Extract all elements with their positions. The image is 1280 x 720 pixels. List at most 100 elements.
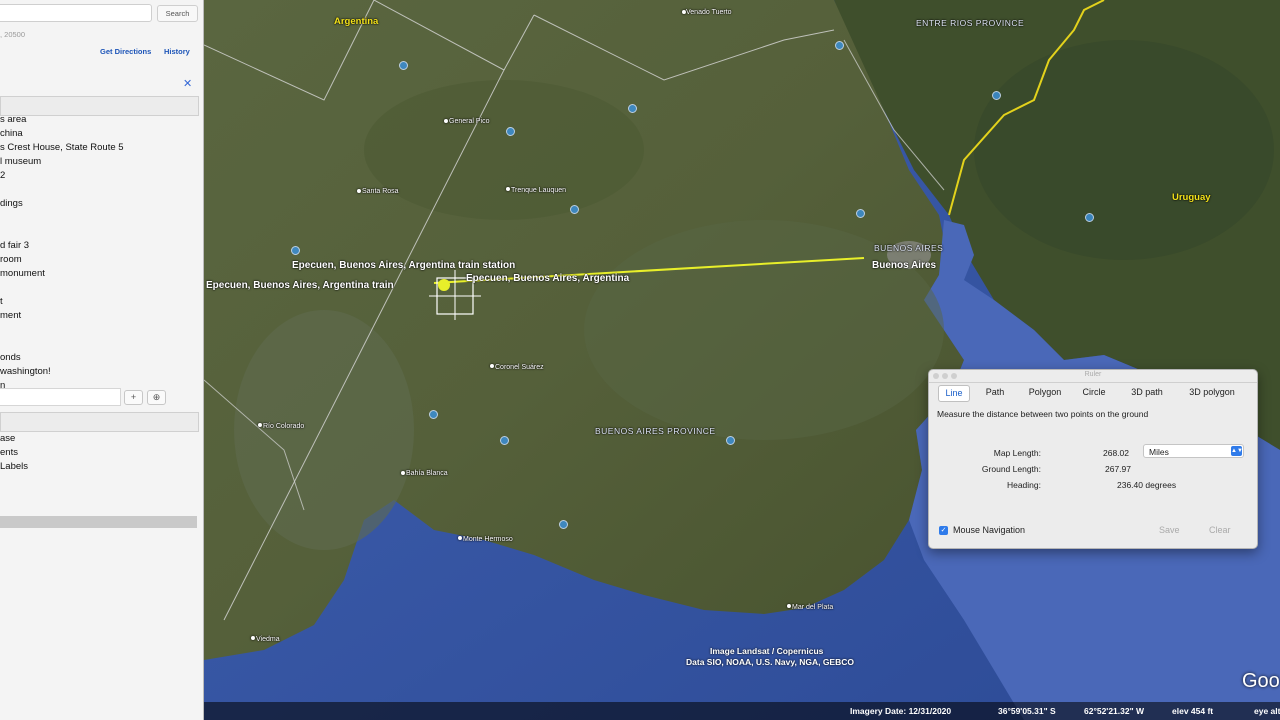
imagery-date: Imagery Date: 12/31/2020 [850, 706, 952, 716]
label-viedma: Viedma [256, 636, 280, 643]
attribution-data: Data SIO, NOAA, U.S. Navy, NGA, GEBCO [686, 657, 854, 667]
list-item[interactable]: s Crest House, State Route 5 [0, 141, 197, 155]
list-item[interactable]: china [0, 127, 197, 141]
longitude-readout: 62°52'21.32" W [1084, 706, 1145, 716]
ruler-title: Ruler [1084, 371, 1102, 378]
info-pin-icon[interactable] [506, 127, 515, 136]
list-item[interactable]: onds [0, 351, 197, 365]
layers-list: ase ents Labels [0, 432, 197, 474]
list-item[interactable]: monument [0, 267, 197, 281]
tab-polygon[interactable]: Polygon [1021, 385, 1069, 400]
label-rio-colorado: Río Colorado [263, 423, 305, 430]
heading-value: 236.40 degrees [1117, 480, 1177, 490]
info-pin-icon[interactable] [835, 41, 844, 50]
google-logo: Goo [1242, 670, 1280, 692]
list-item[interactable]: t [0, 295, 197, 309]
ground-length-label: Ground Length: [981, 464, 1041, 474]
label-buenos-aires: Buenos Aires [872, 260, 937, 271]
ruler-dialog: Ruler Line Path Polygon Circle 3D path 3… [928, 369, 1258, 549]
list-item[interactable]: ment [0, 309, 197, 323]
info-pin-icon[interactable] [429, 410, 438, 419]
label-epecuen-train: Epecuen, Buenos Aires, Argentina train [206, 280, 394, 291]
sidebar: Search , 20500 Get Directions History ✕ … [0, 0, 204, 720]
measure-start-marker [438, 279, 450, 291]
status-bar: Imagery Date: 12/31/2020 36°59'05.31" S … [204, 702, 1280, 720]
info-pin-icon[interactable] [992, 91, 1001, 100]
list-item[interactable]: dings [0, 197, 197, 211]
layers-header [0, 412, 199, 432]
tab-3d-path[interactable]: 3D path [1122, 385, 1172, 400]
save-button[interactable]: Save [1159, 525, 1180, 535]
sidebar-divider [0, 516, 197, 528]
ruler-description: Measure the distance between two points … [937, 409, 1149, 419]
ruler-titlebar[interactable]: Ruler [929, 370, 1257, 383]
clear-button[interactable]: Clear [1209, 525, 1231, 535]
layer-item[interactable]: ase [0, 432, 197, 446]
list-item[interactable] [0, 225, 197, 239]
label-province: BUENOS AIRES PROVINCE [595, 426, 716, 436]
info-pin-icon[interactable] [399, 61, 408, 70]
close-icon[interactable]: ✕ [183, 77, 192, 90]
get-directions-link[interactable]: Get Directions [100, 47, 151, 56]
list-item[interactable] [0, 323, 197, 337]
heading-label: Heading: [1006, 480, 1041, 490]
info-pin-icon[interactable] [1085, 213, 1094, 222]
list-item[interactable] [0, 211, 197, 225]
city-dot [258, 423, 262, 427]
unit-select[interactable]: Miles ▲▼ [1143, 444, 1244, 458]
label-entre-rios: ENTRE RIOS PROVINCE [916, 18, 1025, 28]
ruler-tabs: Line Path Polygon Circle 3D path 3D poly… [938, 385, 1249, 402]
chevron-updown-icon: ▲▼ [1231, 446, 1243, 456]
map-imagery [204, 0, 1280, 720]
add-icon[interactable]: + [124, 390, 143, 405]
list-item[interactable]: l museum [0, 155, 197, 169]
unit-select-value: Miles [1149, 447, 1169, 457]
places-toolbar [0, 388, 121, 406]
label-epecuen: Epecuen, Buenos Aires, Argentina [466, 273, 630, 284]
city-dot [458, 536, 462, 540]
tab-circle[interactable]: Circle [1076, 385, 1112, 400]
list-item[interactable]: d fair 3 [0, 239, 197, 253]
city-dot [490, 364, 494, 368]
city-dot [251, 636, 255, 640]
tab-path[interactable]: Path [978, 385, 1012, 400]
label-santa-rosa: Santa Rosa [362, 188, 399, 195]
info-pin-icon[interactable] [559, 520, 568, 529]
info-pin-icon[interactable] [291, 246, 300, 255]
list-item[interactable] [0, 183, 197, 197]
city-dot [401, 471, 405, 475]
add-folder-icon[interactable]: ⊕ [147, 390, 166, 405]
elevation-readout: elev 454 ft [1172, 706, 1214, 716]
list-item[interactable]: room [0, 253, 197, 267]
layer-item[interactable]: Labels [0, 460, 197, 474]
search-subtext: , 20500 [0, 30, 26, 39]
city-dot [444, 119, 448, 123]
tab-line[interactable]: Line [938, 385, 970, 402]
tab-3d-polygon[interactable]: 3D polygon [1180, 385, 1244, 400]
history-link[interactable]: History [164, 47, 190, 56]
city-dot [787, 604, 791, 608]
ground-length-value: 267.97 [1105, 464, 1131, 474]
label-trenque-lauquen: Trenque Lauquen [511, 187, 567, 194]
layer-item[interactable]: ents [0, 446, 197, 460]
info-pin-icon[interactable] [856, 209, 865, 218]
mouse-navigation-label: Mouse Navigation [953, 525, 1026, 535]
list-item[interactable]: s area [0, 113, 197, 127]
label-general-pico: General Pico [449, 118, 490, 125]
list-item[interactable] [0, 337, 197, 351]
search-button[interactable]: Search [157, 5, 198, 22]
city-dot [357, 189, 361, 193]
info-pin-icon[interactable] [570, 205, 579, 214]
places-list: s area china s Crest House, State Route 5l… [0, 113, 197, 393]
map-view[interactable]: Argentina ENTRE RIOS PROVINCE Venado Tue… [204, 0, 1280, 720]
list-item[interactable]: 2 [0, 169, 197, 183]
search-input[interactable] [0, 4, 152, 22]
list-item[interactable] [0, 281, 197, 295]
info-pin-icon[interactable] [726, 436, 735, 445]
info-pin-icon[interactable] [500, 436, 509, 445]
label-epecuen-station: Epecuen, Buenos Aires, Argentina train s… [292, 260, 516, 271]
label-bahia-blanca: Bahía Blanca [406, 470, 448, 477]
list-item[interactable]: washington! [0, 365, 197, 379]
info-pin-icon[interactable] [628, 104, 637, 113]
mouse-navigation-checkbox[interactable]: ✓ [939, 526, 948, 535]
